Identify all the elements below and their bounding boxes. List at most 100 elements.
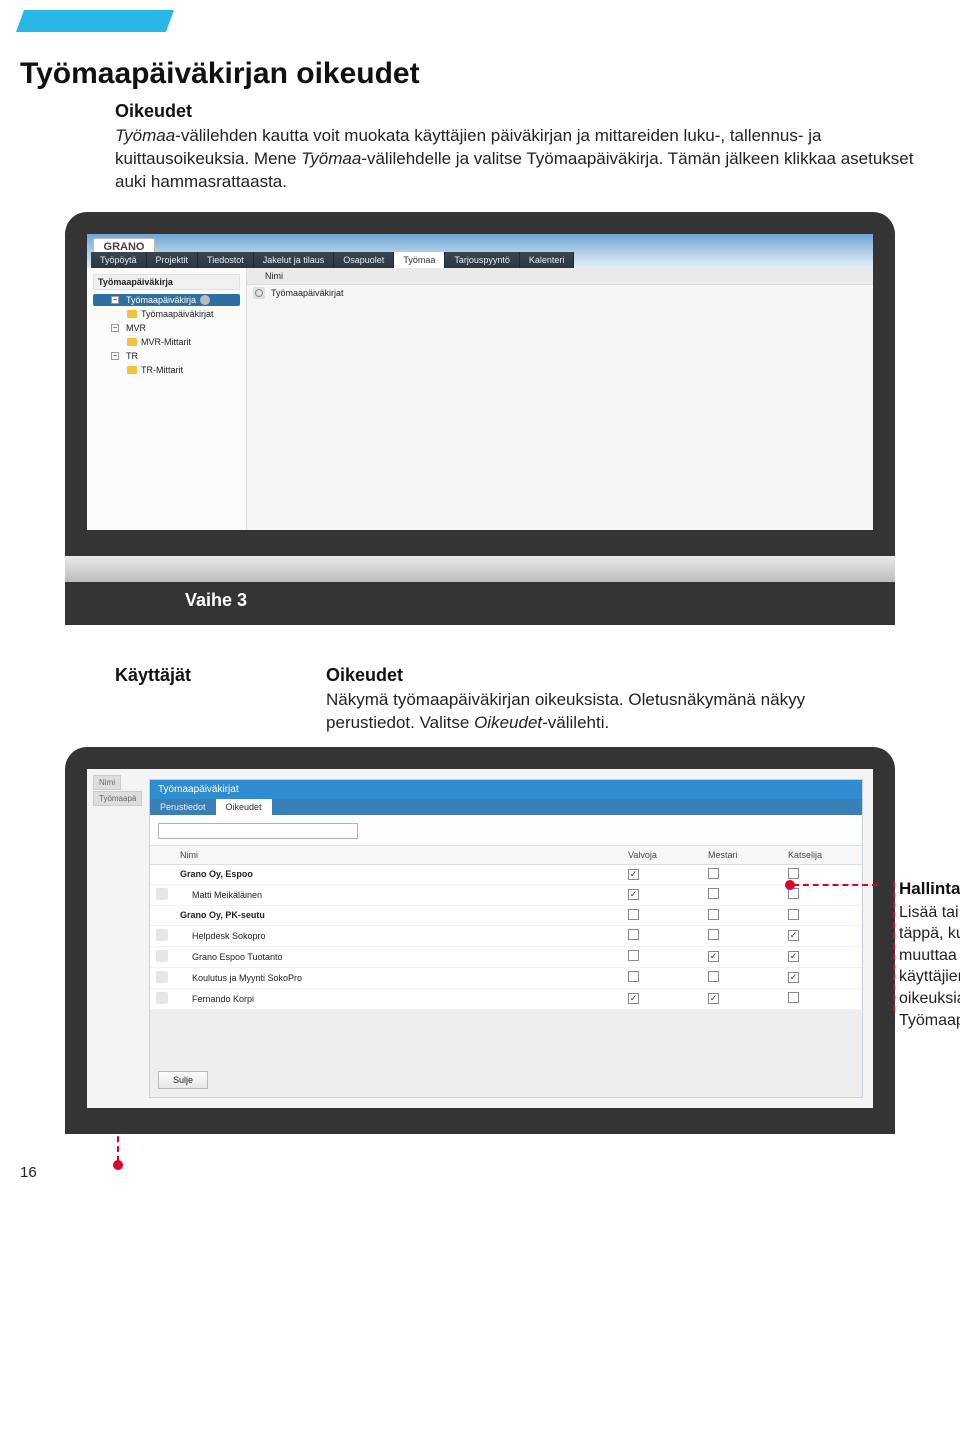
checkbox-mestari[interactable] [708, 929, 719, 940]
tree-node[interactable]: MVR-Mittarit [93, 336, 240, 348]
cell-name: Fernando Korpi [174, 988, 622, 1009]
tab-projektit[interactable]: Projektit [147, 252, 199, 268]
lead-em1: Työmaa [115, 126, 175, 145]
permissions-table: Nimi Valvoja Mestari Katselija Grano Oy,… [150, 845, 862, 1010]
stage-label-bar: Vaihe 3 [65, 582, 895, 625]
checkbox-katselija[interactable] [788, 972, 799, 983]
callout-heading: Hallinta [899, 879, 960, 899]
tree-node[interactable]: −MVR [93, 322, 240, 334]
list-row[interactable]: Työmaapäiväkirjat [247, 285, 873, 301]
checkbox-katselija[interactable] [788, 909, 799, 920]
checkbox-valvoja[interactable] [628, 971, 639, 982]
col-katselija: Katselija [782, 845, 862, 864]
tab-jakelut[interactable]: Jakelut ja tilaus [254, 252, 335, 268]
tab-tyomaa[interactable]: Työmaa [394, 252, 445, 268]
page-title: Työmaapäiväkirjan oikeudet [20, 57, 940, 91]
tree-label: TR [126, 351, 138, 361]
gear-icon[interactable] [200, 295, 210, 305]
checkbox-valvoja[interactable] [628, 889, 639, 900]
checkbox-valvoja[interactable] [628, 909, 639, 920]
checkbox-katselija[interactable] [788, 951, 799, 962]
checkbox-mestari[interactable] [708, 868, 719, 879]
table-row: Grano Oy, PK-seutu [150, 905, 862, 925]
monitor-frame-1: GRANO Työpöytä Projektit Tiedostot Jakel… [65, 212, 895, 556]
mid-heading-kayttajat: Käyttäjät [115, 665, 191, 686]
checkbox-mestari[interactable] [708, 909, 719, 920]
folder-icon [127, 310, 137, 318]
settings-icon[interactable] [253, 287, 265, 299]
filter-input[interactable] [158, 823, 358, 839]
stage-label: Vaihe 3 [65, 582, 895, 625]
panel-footer: Sulje [150, 1010, 862, 1097]
behind-tab: Nimi [93, 775, 121, 790]
table-row: Matti Meikäläinen [150, 884, 862, 905]
callout-hallinta: Hallinta Lisää tai poista täppä, kun hal… [899, 879, 960, 1032]
checkbox-katselija[interactable] [788, 930, 799, 941]
nav-tree: Työmaapäiväkirja −Työmaapäiväkirja Työma… [87, 268, 247, 530]
checkbox-valvoja[interactable] [628, 950, 639, 961]
monitor-frame-2: Nimi Työmaapä Työmaapäiväkirjat Perustie… [65, 747, 895, 1134]
list-label: Työmaapäiväkirjat [271, 288, 344, 298]
tree-node[interactable]: −Työmaapäiväkirja [93, 294, 240, 306]
checkbox-mestari[interactable] [708, 993, 719, 1004]
tree-node[interactable]: Työmaapäiväkirjat [93, 308, 240, 320]
edit-icon[interactable] [156, 929, 168, 941]
nav-tabs: Työpöytä Projektit Tiedostot Jakelut ja … [91, 252, 574, 268]
edit-icon[interactable] [156, 950, 168, 962]
app-header: GRANO Työpöytä Projektit Tiedostot Jakel… [87, 234, 873, 268]
connector-dot [113, 1160, 123, 1170]
table-row: Fernando Korpi [150, 988, 862, 1009]
mid-text-b: -välilehti. [542, 713, 609, 732]
col-nimi: Nimi [174, 845, 622, 864]
callout-body: Lisää tai poista täppä, kun haluat muutt… [899, 902, 960, 1032]
panel-title: Työmaapäiväkirjat [150, 780, 862, 799]
tree-label: MVR [126, 323, 146, 333]
tree-node[interactable]: TR-Mittarit [93, 364, 240, 376]
connector-line [793, 884, 878, 886]
table-row: Grano Espoo Tuotanto [150, 946, 862, 967]
settings-panel: Työmaapäiväkirjat Perustiedot Oikeudet N… [149, 779, 863, 1098]
col-mestari: Mestari [702, 845, 782, 864]
monitor-base [65, 556, 895, 582]
behind-tab: Työmaapä [93, 791, 142, 806]
lead-body: Työmaa-välilehden kautta voit muokata kä… [115, 125, 935, 194]
tab-osapuolet[interactable]: Osapuolet [334, 252, 394, 268]
tab-kalenteri[interactable]: Kalenteri [520, 252, 575, 268]
checkbox-valvoja[interactable] [628, 993, 639, 1004]
screenshot-2: Nimi Työmaapä Työmaapäiväkirjat Perustie… [87, 769, 873, 1108]
checkbox-katselija[interactable] [788, 868, 799, 879]
checkbox-valvoja[interactable] [628, 869, 639, 880]
monitor-2-wrap: Nimi Työmaapä Työmaapäiväkirjat Perustie… [65, 747, 895, 1134]
tree-label: Työmaapäiväkirja [126, 295, 196, 305]
tab-tarjouspyynto[interactable]: Tarjouspyyntö [445, 252, 520, 268]
checkbox-katselija[interactable] [788, 992, 799, 1003]
connector-dot [785, 880, 795, 890]
edit-icon[interactable] [156, 888, 168, 900]
subtab-oikeudet[interactable]: Oikeudet [216, 799, 272, 815]
cell-name: Grano Oy, PK-seutu [174, 905, 622, 925]
tab-tyopoyta[interactable]: Työpöytä [91, 252, 147, 268]
table-row: Helpdesk Sokopro [150, 925, 862, 946]
checkbox-mestari[interactable] [708, 951, 719, 962]
filter-row [150, 815, 862, 845]
permissions-tbody: Grano Oy, Espoo Matti Meikäläinen Grano … [150, 864, 862, 1009]
lead-block: Oikeudet Työmaa-välilehden kautta voit m… [115, 101, 935, 194]
checkbox-mestari[interactable] [708, 971, 719, 982]
tree-node[interactable]: −TR [93, 350, 240, 362]
cell-name: Koulutus ja Myynti SokoPro [174, 967, 622, 988]
checkbox-katselija[interactable] [788, 888, 799, 899]
close-button[interactable]: Sulje [158, 1071, 208, 1089]
edit-icon[interactable] [156, 971, 168, 983]
checkbox-valvoja[interactable] [628, 929, 639, 940]
cell-name: Helpdesk Sokopro [174, 925, 622, 946]
page-number: 16 [20, 1164, 960, 1181]
edit-icon[interactable] [156, 992, 168, 1004]
tab-tiedostot[interactable]: Tiedostot [198, 252, 254, 268]
collapse-icon[interactable]: − [111, 296, 119, 304]
checkbox-mestari[interactable] [708, 888, 719, 899]
list-header: Nimi [247, 268, 873, 285]
collapse-icon[interactable]: − [111, 324, 119, 332]
folder-icon [127, 338, 137, 346]
collapse-icon[interactable]: − [111, 352, 119, 360]
subtab-perustiedot[interactable]: Perustiedot [150, 799, 216, 815]
